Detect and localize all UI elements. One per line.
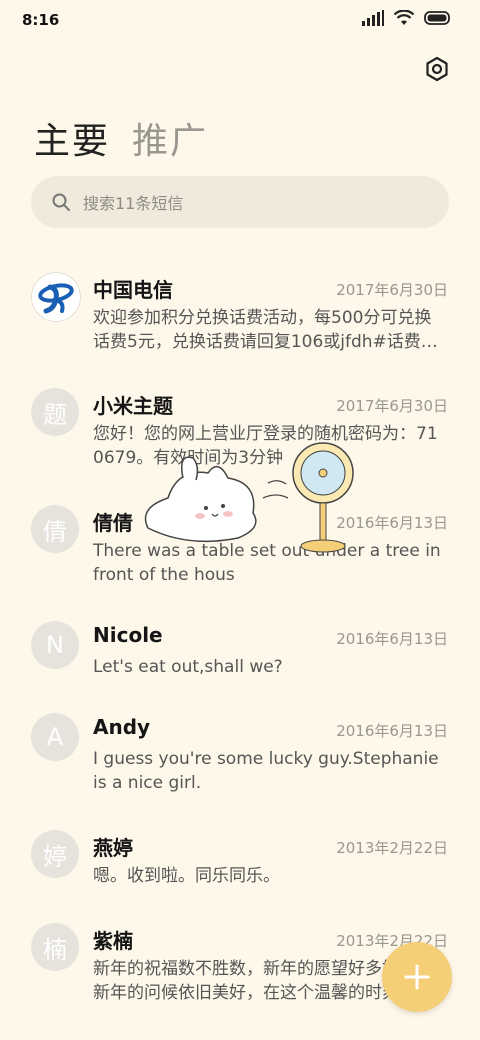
search-placeholder: 搜索11条短信 bbox=[83, 194, 184, 213]
contact-name: 小米主题 bbox=[93, 394, 173, 418]
message-snippet: 欢迎参加积分兑换话费活动，每500分可兑换话费5元，兑换话费请回复106或jfd… bbox=[93, 308, 438, 352]
message-date: 2016年6月13日 bbox=[336, 630, 448, 648]
avatar: N bbox=[31, 621, 79, 669]
avatar: 倩 bbox=[31, 505, 79, 553]
tab-promotions[interactable]: 推广 bbox=[132, 112, 208, 164]
search-icon bbox=[52, 193, 70, 211]
contact-name: Nicole bbox=[93, 623, 163, 647]
avatar bbox=[31, 272, 81, 322]
contact-name: 紫楠 bbox=[93, 929, 133, 953]
contact-name: Andy bbox=[93, 715, 151, 739]
tab-bar: 主要 推广 bbox=[34, 112, 208, 164]
avatar: 题 bbox=[31, 388, 79, 436]
gear-icon bbox=[426, 56, 448, 82]
search-input[interactable]: 搜索11条短信 bbox=[31, 176, 449, 228]
battery-icon bbox=[424, 11, 450, 25]
status-icons bbox=[362, 10, 452, 26]
tab-primary[interactable]: 主要 bbox=[34, 112, 110, 164]
message-date: 2017年6月30日 bbox=[336, 281, 448, 299]
message-snippet: 嗯。收到啦。同乐同乐。 bbox=[93, 866, 280, 886]
message-snippet: Let's eat out,shall we? bbox=[93, 657, 283, 677]
message-snippet: I guess you're some lucky guy.Stephanie … bbox=[93, 749, 439, 793]
message-date: 2016年6月13日 bbox=[336, 722, 448, 740]
status-bar: 8:16 bbox=[0, 0, 480, 40]
message-date: 2013年2月22日 bbox=[336, 839, 448, 857]
new-message-button[interactable] bbox=[382, 942, 452, 1012]
signal-icon bbox=[362, 10, 384, 26]
contact-name: 中国电信 bbox=[93, 278, 173, 302]
message-date: 2017年6月30日 bbox=[336, 397, 448, 415]
message-date: 2016年6月13日 bbox=[336, 514, 448, 532]
settings-button[interactable] bbox=[424, 56, 450, 82]
messages-screen: 8:16 主要 推广 搜索11条短信 中国电信 2017年6月30日 欢迎参加积… bbox=[0, 0, 480, 1040]
avatar: 婷 bbox=[31, 830, 79, 878]
avatar: 楠 bbox=[31, 923, 79, 971]
contact-name: 燕婷 bbox=[93, 836, 133, 860]
plus-icon bbox=[404, 964, 430, 990]
avatar: A bbox=[31, 713, 79, 761]
message-snippet: 您好！您的网上营业厅登录的随机密码为：710679。有效时间为3分钟 bbox=[93, 424, 438, 468]
message-snippet: There was a table set out under a tree i… bbox=[93, 541, 441, 585]
china-telecom-logo-icon bbox=[38, 283, 74, 314]
wifi-icon bbox=[394, 10, 414, 25]
contact-name: 倩倩 bbox=[93, 511, 133, 535]
status-time: 8:16 bbox=[22, 11, 60, 29]
